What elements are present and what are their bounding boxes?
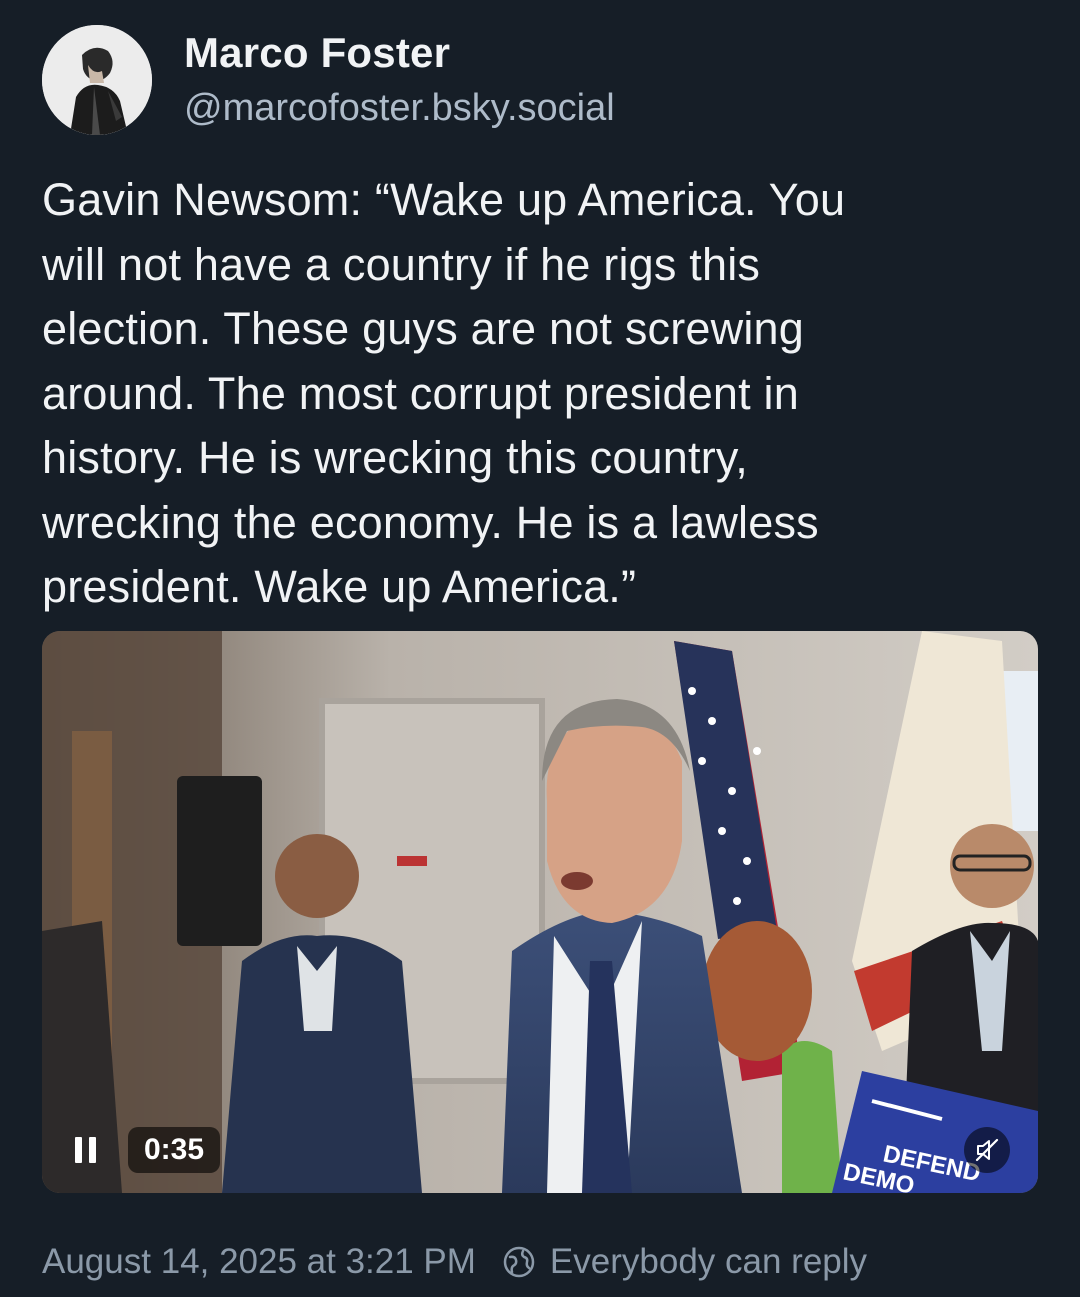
pause-icon <box>74 1137 96 1163</box>
author-names: Marco Foster @marcofoster.bsky.social <box>184 27 615 133</box>
post-container: Marco Foster @marcofoster.bsky.social Ga… <box>0 0 1080 1297</box>
video-player[interactable]: DEFEND DEMO 0:35 <box>42 631 1038 1193</box>
pause-button[interactable] <box>62 1127 108 1173</box>
post-timestamp[interactable]: August 14, 2025 at 3:21 PM <box>42 1242 476 1282</box>
avatar[interactable] <box>42 25 152 135</box>
author-handle[interactable]: @marcofoster.bsky.social <box>184 83 615 133</box>
muted-speaker-icon <box>975 1138 999 1162</box>
author-display-name[interactable]: Marco Foster <box>184 27 615 79</box>
post-text: Gavin Newsom: “Wake up America. You will… <box>42 174 846 612</box>
post-footer: August 14, 2025 at 3:21 PM Everybody can… <box>42 1236 867 1288</box>
video-frame: DEFEND DEMO <box>42 631 1038 1193</box>
post-header: Marco Foster @marcofoster.bsky.social <box>42 25 615 135</box>
globe-icon <box>502 1245 536 1279</box>
reply-setting-label: Everybody can reply <box>549 1242 868 1281</box>
reply-setting[interactable]: Everybody can reply <box>502 1242 867 1282</box>
mute-button[interactable] <box>964 1127 1010 1173</box>
video-time: 0:35 <box>128 1127 221 1173</box>
